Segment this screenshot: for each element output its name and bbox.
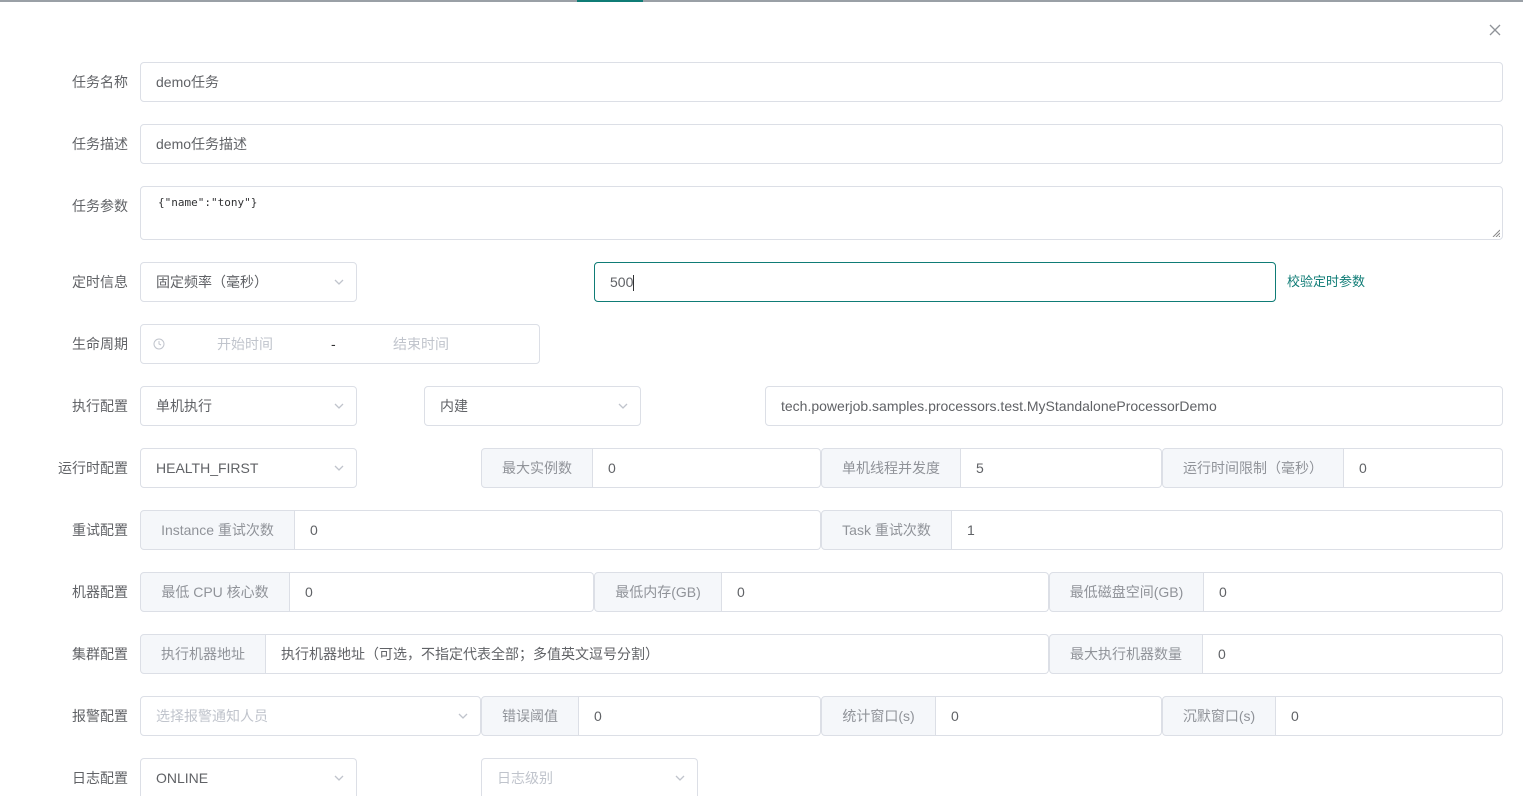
text-cursor [633,275,635,292]
max-workers-input[interactable]: 0 [1203,634,1503,674]
error-threshold-prefix: 错误阈值 [481,696,579,736]
chevron-down-icon [334,403,344,409]
error-threshold-group: 错误阈值 0 [481,696,821,736]
alarm-receivers-placeholder: 选择报警通知人员 [156,708,268,724]
time-limit-group: 运行时间限制（毫秒） 0 [1162,448,1503,488]
timing-expression-input[interactable]: 500 [594,262,1276,302]
chevron-down-icon [618,403,628,409]
chevron-down-icon [334,279,344,285]
chevron-down-icon [458,713,468,719]
runtime-label: 运行时配置 [58,460,128,476]
concurrency-group: 单机线程并发度 5 [821,448,1162,488]
chevron-down-icon [334,465,344,471]
timing-label: 定时信息 [72,274,128,290]
alarm-receivers-select[interactable]: 选择报警通知人员 [140,696,481,736]
processor-type-select[interactable]: 内建 [424,386,641,426]
log-label: 日志配置 [72,770,128,786]
task-name-input[interactable]: demo任务 [140,62,1503,102]
min-disk-input[interactable]: 0 [1204,572,1503,612]
min-memory-group: 最低内存(GB) 0 [594,572,1049,612]
time-limit-input[interactable]: 0 [1344,448,1503,488]
log-type-select[interactable]: ONLINE [140,758,357,796]
cluster-label: 集群配置 [72,646,128,662]
max-instances-input[interactable]: 0 [593,448,821,488]
processor-type-value: 内建 [440,398,468,414]
task-desc-label: 任务描述 [72,136,128,152]
stat-window-group: 统计窗口(s) 0 [821,696,1162,736]
timing-type-select[interactable]: 固定频率（毫秒） [140,262,357,302]
stat-window-input[interactable]: 0 [936,696,1162,736]
chevron-down-icon [675,775,685,781]
active-tab-indicator [577,0,643,2]
lifecycle-label: 生命周期 [72,336,128,352]
log-level-placeholder: 日志级别 [497,770,553,786]
max-workers-group: 最大执行机器数量 0 [1049,634,1503,674]
stat-window-prefix: 统计窗口(s) [821,696,936,736]
dispatch-strategy-value: HEALTH_FIRST [156,460,259,476]
processor-info-input[interactable]: tech.powerjob.samples.processors.test.My… [765,386,1503,426]
clock-icon [153,338,165,350]
dialog-top-border [0,0,1523,2]
chevron-down-icon [334,775,344,781]
min-cpu-input[interactable]: 0 [290,572,594,612]
silence-window-group: 沉默窗口(s) 0 [1162,696,1503,736]
task-desc-input[interactable]: demo任务描述 [140,124,1503,164]
instance-retry-group: Instance 重试次数 0 [140,510,821,550]
lifecycle-date-range[interactable]: 开始时间 - 结束时间 [140,324,540,364]
execution-mode-select[interactable]: 单机执行 [140,386,357,426]
min-cpu-prefix: 最低 CPU 核心数 [140,572,290,612]
worker-address-group: 执行机器地址 执行机器地址（可选，不指定代表全部；多值英文逗号分割） [140,634,1049,674]
min-cpu-group: 最低 CPU 核心数 0 [140,572,594,612]
task-desc-value: demo任务描述 [156,136,248,152]
validate-timing-link[interactable]: 校验定时参数 [1287,262,1365,302]
alarm-label: 报警配置 [72,708,128,724]
machine-label: 机器配置 [72,584,128,600]
log-type-value: ONLINE [156,770,209,786]
min-disk-group: 最低磁盘空间(GB) 0 [1049,572,1503,612]
log-level-select[interactable]: 日志级别 [481,758,698,796]
resize-handle-icon[interactable] [1492,229,1500,237]
silence-window-prefix: 沉默窗口(s) [1162,696,1276,736]
timing-expression-value: 500 [610,274,634,290]
worker-address-input[interactable]: 执行机器地址（可选，不指定代表全部；多值英文逗号分割） [266,634,1049,674]
lifecycle-separator: - [331,336,336,352]
lifecycle-end-placeholder[interactable]: 结束时间 [393,325,449,363]
processor-info-value: tech.powerjob.samples.processors.test.My… [781,398,1217,414]
execution-label: 执行配置 [72,398,128,414]
max-workers-prefix: 最大执行机器数量 [1049,634,1203,674]
task-retry-prefix: Task 重试次数 [821,510,952,550]
execution-mode-value: 单机执行 [156,398,212,414]
task-params-textarea[interactable]: {"name":"tony"} [140,186,1503,240]
concurrency-input[interactable]: 5 [961,448,1162,488]
concurrency-prefix: 单机线程并发度 [821,448,961,488]
instance-retry-input[interactable]: 0 [295,510,821,550]
task-name-label: 任务名称 [72,74,128,90]
task-name-value: demo任务 [156,74,220,90]
max-instances-prefix: 最大实例数 [481,448,593,488]
min-disk-prefix: 最低磁盘空间(GB) [1049,572,1204,612]
task-retry-input[interactable]: 1 [952,510,1503,550]
task-params-label: 任务参数 [72,198,128,214]
dispatch-strategy-select[interactable]: HEALTH_FIRST [140,448,357,488]
lifecycle-start-placeholder[interactable]: 开始时间 [217,325,273,363]
task-params-value: {"name":"tony"} [158,196,258,209]
min-memory-input[interactable]: 0 [722,572,1049,612]
instance-retry-prefix: Instance 重试次数 [140,510,295,550]
timing-type-value: 固定频率（毫秒） [156,274,268,290]
close-icon[interactable] [1486,21,1504,39]
error-threshold-input[interactable]: 0 [579,696,821,736]
time-limit-prefix: 运行时间限制（毫秒） [1162,448,1344,488]
min-memory-prefix: 最低内存(GB) [594,572,722,612]
retry-label: 重试配置 [72,522,128,538]
task-retry-group: Task 重试次数 1 [821,510,1503,550]
max-instances-group: 最大实例数 0 [481,448,821,488]
silence-window-input[interactable]: 0 [1276,696,1503,736]
worker-address-prefix: 执行机器地址 [140,634,266,674]
